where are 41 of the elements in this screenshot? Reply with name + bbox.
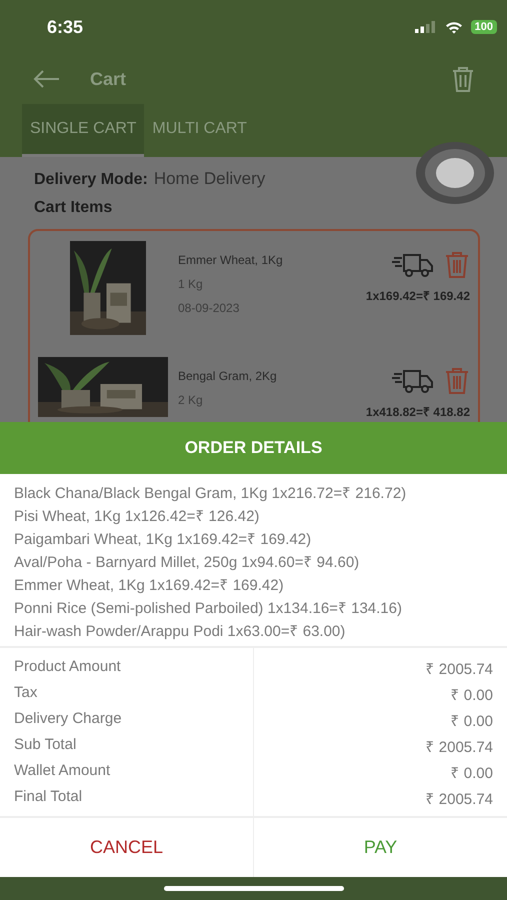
total-value: ₹ 0.00 <box>450 686 493 704</box>
total-value: ₹ 0.00 <box>450 764 493 782</box>
total-value: ₹ 2005.74 <box>426 790 493 808</box>
assistive-touch-icon[interactable] <box>415 141 495 205</box>
delivery-mode-label: Delivery Mode: <box>34 171 148 189</box>
total-value: ₹ 0.00 <box>450 712 493 730</box>
order-line: Ponni Rice (Semi-polished Parboiled) 1x134.16=₹ 134.16) <box>14 599 403 617</box>
trash-icon[interactable] <box>444 367 470 395</box>
total-label: Final Total <box>14 788 82 807</box>
page-title: Cart <box>90 68 126 90</box>
status-time: 6:35 <box>47 16 84 38</box>
order-line: Hair-wash Powder/Arappu Podi 1x63.00=₹ 63.00) <box>14 622 346 640</box>
order-line: Pisi Wheat, 1Kg 1x126.42=₹ 126.42) <box>14 507 260 525</box>
order-details-header: ORDER DETAILS <box>0 422 507 474</box>
delivery-truck-icon[interactable] <box>392 368 434 394</box>
item-name: Bengal Gram, 2Kg <box>178 369 278 383</box>
total-label: Wallet Amount <box>14 762 110 781</box>
total-label: Delivery Charge <box>14 710 122 729</box>
trash-icon[interactable] <box>451 65 475 93</box>
total-label: Sub Total <box>14 736 76 755</box>
item-price: 1x418.82=₹ 418.82 <box>366 404 470 420</box>
total-value: ₹ 2005.74 <box>426 738 493 756</box>
order-line: Aval/Poha - Barnyard Millet, 250g 1x94.60=₹ 94.60) <box>14 553 360 571</box>
total-label: Tax <box>14 684 38 703</box>
trash-icon[interactable] <box>444 251 470 279</box>
wifi-icon <box>444 20 463 34</box>
cart-items-heading: Cart Items <box>34 199 114 217</box>
order-line: Black Chana/Black Bengal Gram, 1Kg 1x216.72=₹ 216.72) <box>14 484 408 502</box>
order-line: Paigambari Wheat, 1Kg 1x169.42=₹ 169.42) <box>14 530 312 548</box>
total-value: ₹ 2005.74 <box>426 660 493 678</box>
signal-icon <box>414 21 437 33</box>
back-arrow-icon[interactable] <box>32 69 60 89</box>
item-name: Emmer Wheat, 1Kg <box>178 253 284 267</box>
total-label: Product Amount <box>14 658 121 677</box>
item-price: 1x169.42=₹ 169.42 <box>366 288 470 304</box>
cart-tab[interactable]: SINGLE CART <box>22 104 144 157</box>
battery-level: 100 <box>470 20 497 34</box>
delivery-truck-icon[interactable] <box>392 252 434 278</box>
order-line: Emmer Wheat, 1Kg 1x169.42=₹ 169.42) <box>14 576 285 594</box>
delivery-mode-value: Home Delivery <box>154 169 266 189</box>
cart-tab[interactable]: MULTI CART <box>144 104 255 157</box>
